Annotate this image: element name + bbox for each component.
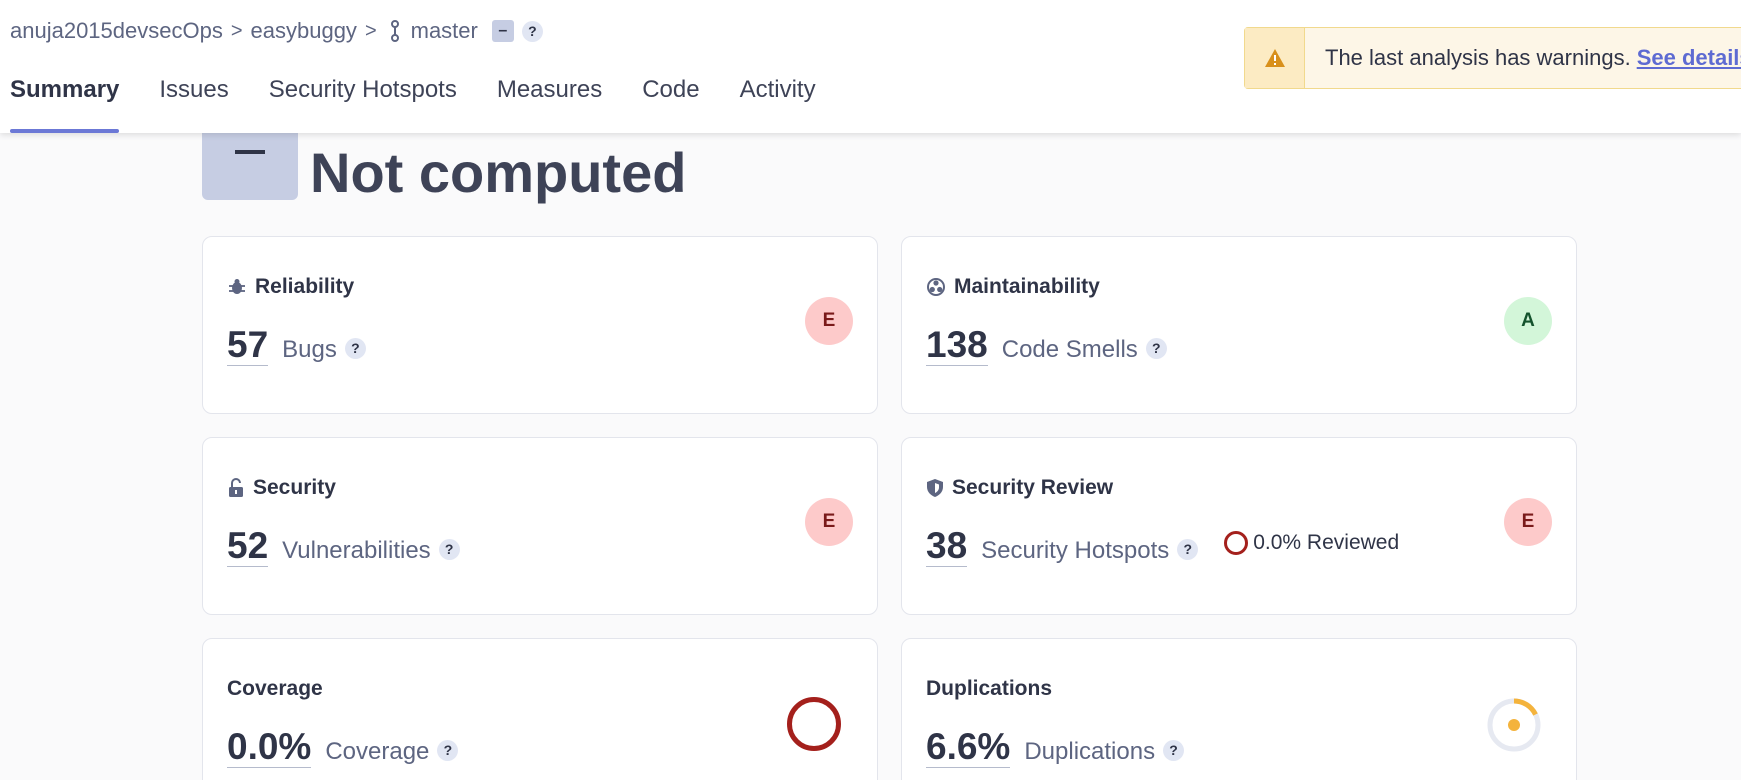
duplications-ring-icon bbox=[1486, 697, 1542, 758]
security-review-rating-badge[interactable]: E bbox=[1504, 498, 1552, 546]
coverage-value[interactable]: 0.0% bbox=[227, 727, 312, 768]
maintainability-icon bbox=[926, 277, 946, 297]
quality-gate-status: Not computed bbox=[310, 141, 687, 204]
coverage-card: Coverage 0.0% Coverage ? bbox=[202, 638, 878, 780]
help-icon[interactable]: ? bbox=[521, 20, 543, 42]
metric-label: Security Hotspots bbox=[981, 537, 1170, 564]
quality-gate-status-icon bbox=[202, 128, 298, 200]
security-hotspots-count[interactable]: 38 bbox=[926, 526, 968, 567]
warning-text: The last analysis has warnings. See detai… bbox=[1325, 45, 1741, 71]
analysis-warning-banner: The last analysis has warnings. See detai… bbox=[1244, 27, 1741, 89]
reliability-card: Reliability 57 Bugs ? E bbox=[202, 236, 878, 414]
metric-label: Code Smells bbox=[1001, 336, 1138, 363]
duplications-card: Duplications 6.6% Duplications ? bbox=[901, 638, 1577, 780]
quality-gate-badge: – bbox=[491, 20, 514, 42]
card-title: Security Review bbox=[952, 476, 1114, 499]
coverage-ring-icon bbox=[787, 697, 841, 751]
vulnerabilities-count[interactable]: 52 bbox=[227, 526, 269, 567]
reviewed-ring-icon bbox=[1224, 531, 1249, 555]
project-nav-tabs: Summary Issues Security Hotspots Measure… bbox=[10, 76, 856, 133]
help-icon[interactable]: ? bbox=[1177, 538, 1199, 560]
card-title: Duplications bbox=[926, 677, 1053, 700]
metric-label: Bugs bbox=[282, 336, 337, 363]
reliability-rating-badge[interactable]: E bbox=[805, 297, 853, 345]
tab-issues[interactable]: Issues bbox=[159, 76, 228, 133]
metric-label: Duplications bbox=[1024, 738, 1156, 765]
help-icon[interactable]: ? bbox=[437, 739, 459, 761]
breadcrumb-separator: > bbox=[364, 19, 377, 42]
help-icon[interactable]: ? bbox=[1145, 337, 1167, 359]
card-title: Coverage bbox=[227, 677, 323, 700]
help-icon[interactable]: ? bbox=[438, 538, 460, 560]
breadcrumb: anuja2015devsecOps > easybuggy > master … bbox=[10, 18, 543, 44]
security-card: Security 52 Vulnerabilities ? E bbox=[202, 437, 878, 615]
card-title: Security bbox=[253, 476, 336, 499]
metric-label: Coverage bbox=[325, 738, 430, 765]
tab-measures[interactable]: Measures bbox=[497, 76, 602, 133]
security-rating-badge[interactable]: E bbox=[805, 498, 853, 546]
duplications-value[interactable]: 6.6% bbox=[926, 727, 1011, 768]
help-icon[interactable]: ? bbox=[344, 337, 366, 359]
code-smells-count[interactable]: 138 bbox=[926, 325, 988, 366]
project-header: anuja2015devsecOps > easybuggy > master … bbox=[0, 0, 1741, 133]
tab-code[interactable]: Code bbox=[642, 76, 699, 133]
breadcrumb-project[interactable]: easybuggy bbox=[251, 18, 357, 44]
help-icon[interactable]: ? bbox=[1163, 739, 1185, 761]
branch-selector[interactable]: master bbox=[411, 18, 478, 44]
lock-icon bbox=[227, 478, 245, 498]
breadcrumb-organization[interactable]: anuja2015devsecOps bbox=[10, 18, 223, 44]
metric-label: Vulnerabilities bbox=[282, 537, 431, 564]
see-details-link[interactable]: See details bbox=[1637, 45, 1741, 70]
security-review-card: Security Review 38 Security Hotspots ? 0… bbox=[901, 437, 1577, 615]
tab-activity[interactable]: Activity bbox=[740, 76, 816, 133]
tab-security-hotspots[interactable]: Security Hotspots bbox=[269, 76, 457, 133]
card-title: Reliability bbox=[255, 275, 355, 298]
hotspots-reviewed[interactable]: 0.0% Reviewed bbox=[1224, 531, 1399, 555]
card-title: Maintainability bbox=[954, 275, 1100, 298]
tab-summary[interactable]: Summary bbox=[10, 76, 120, 133]
breadcrumb-separator: > bbox=[230, 19, 243, 42]
maintainability-rating-badge[interactable]: A bbox=[1504, 297, 1552, 345]
bugs-count[interactable]: 57 bbox=[227, 325, 269, 366]
shield-icon bbox=[926, 478, 944, 498]
warning-icon bbox=[1245, 28, 1305, 88]
bug-icon bbox=[227, 277, 247, 297]
branch-icon bbox=[389, 20, 401, 42]
maintainability-card: Maintainability 138 Code Smells ? A bbox=[901, 236, 1577, 414]
